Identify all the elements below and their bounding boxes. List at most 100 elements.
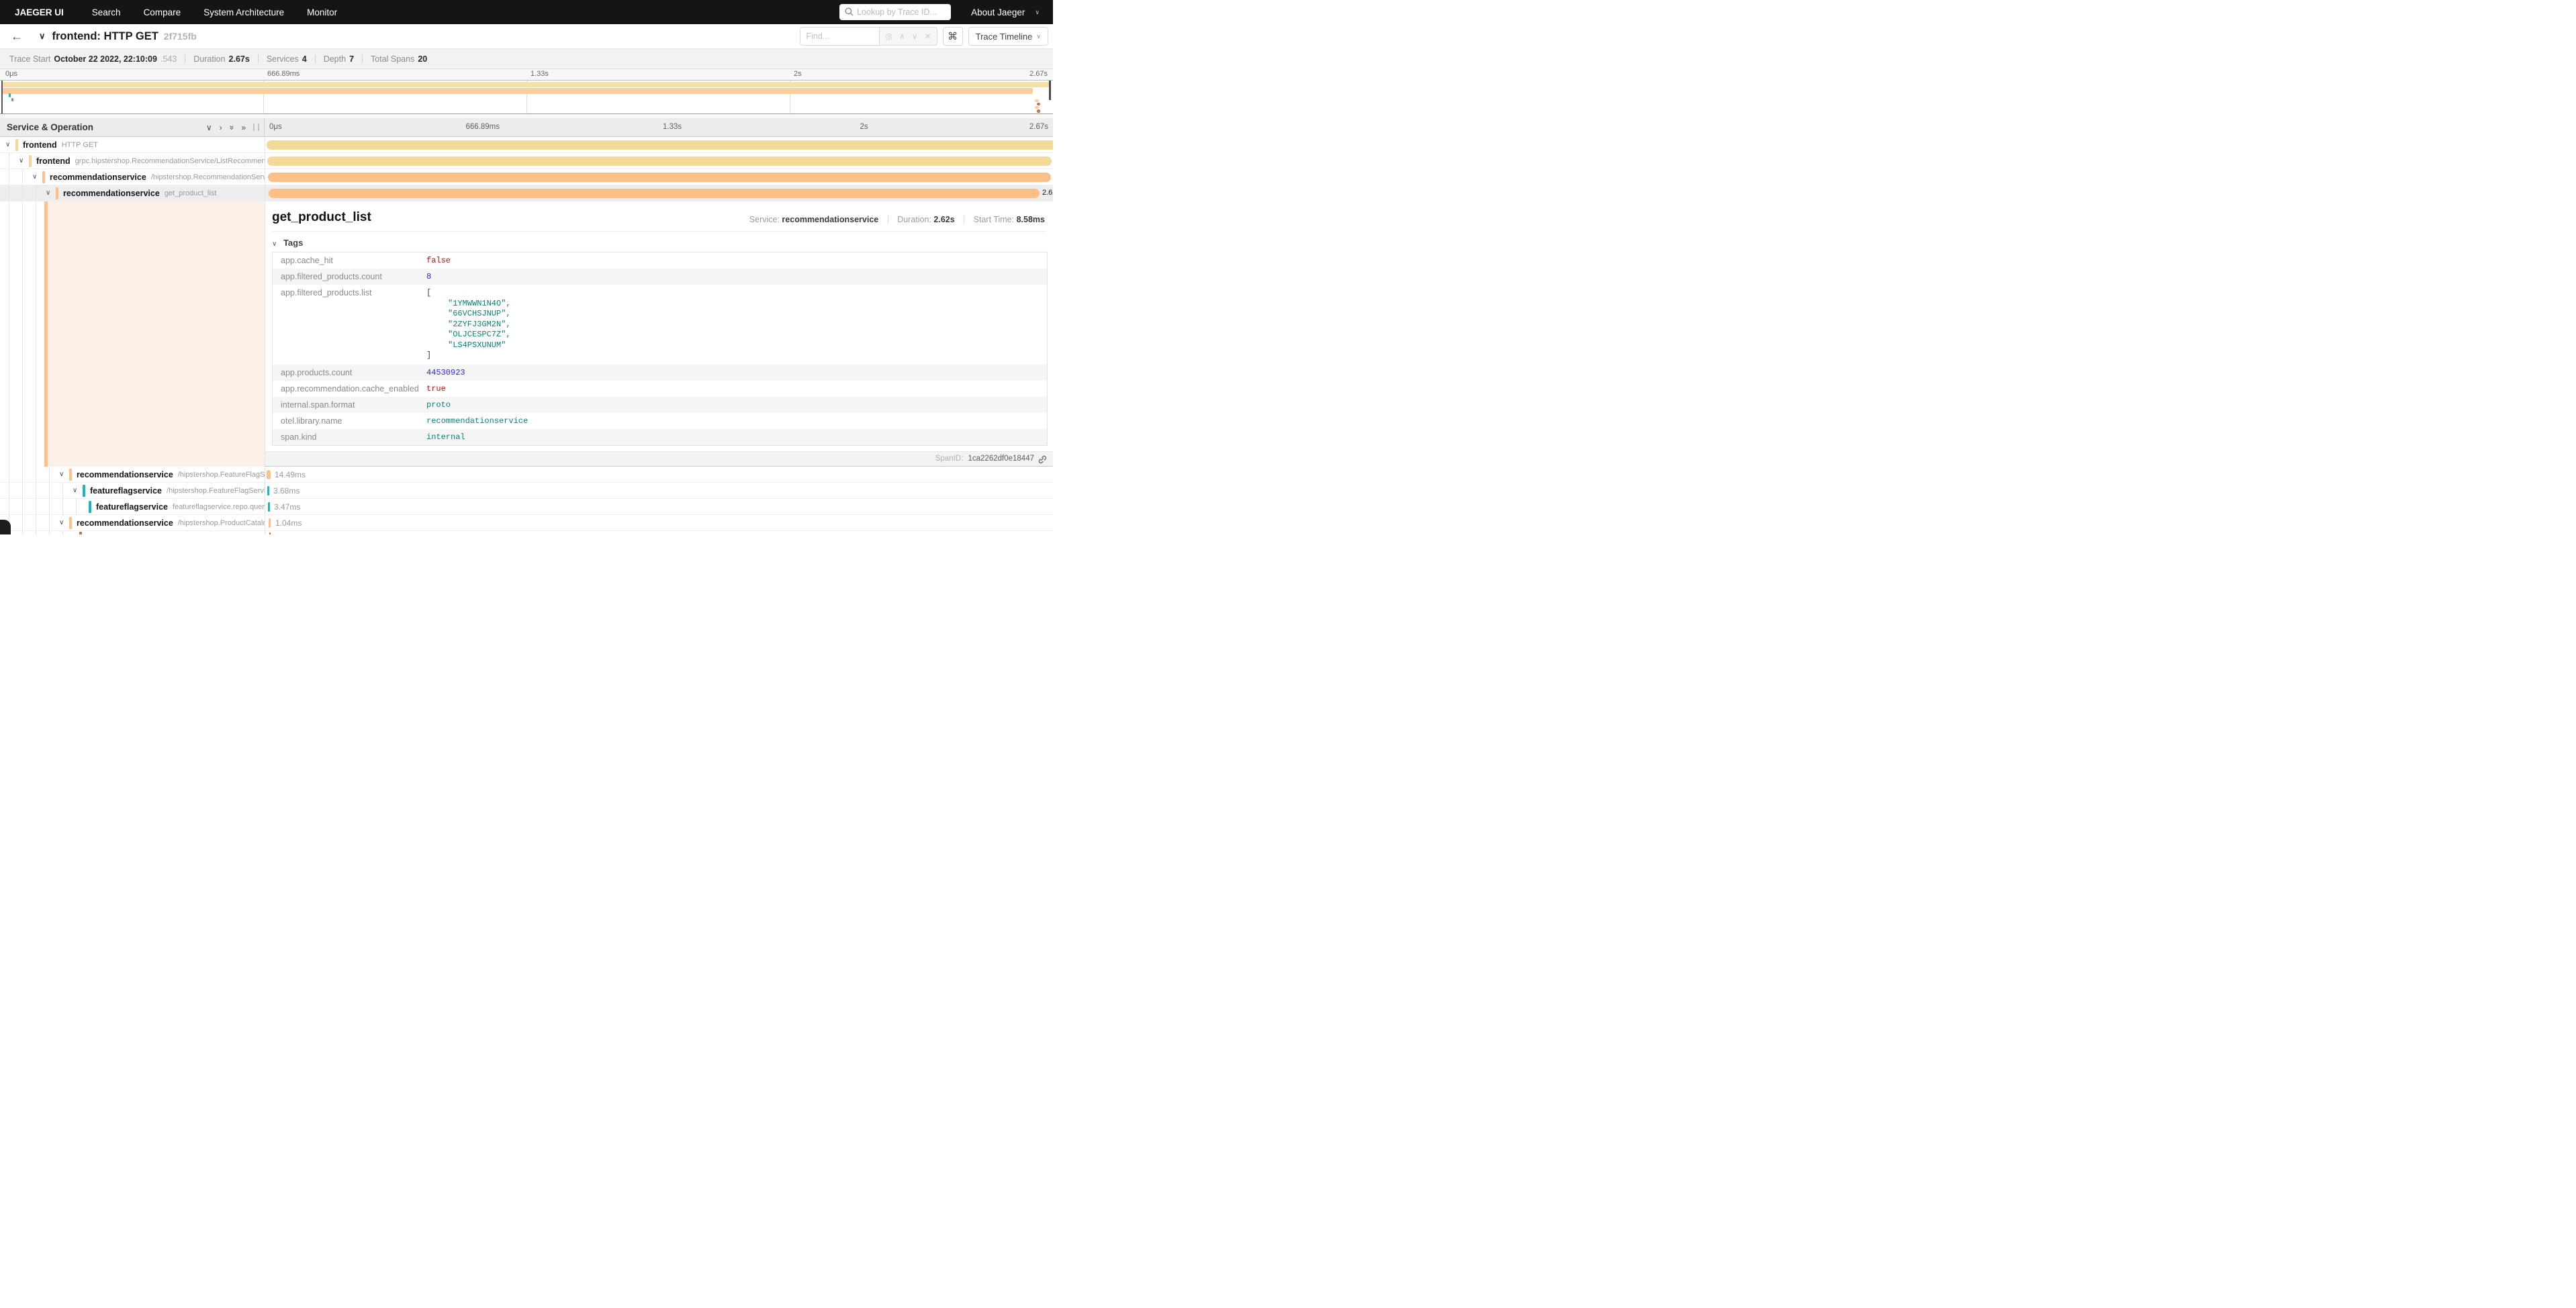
span-row-featureflag-parent[interactable]: ∨ recommendationservice /hipstershop.Fea… — [0, 467, 1053, 483]
tags-table: app.cache_hit false app.filtered_product… — [272, 252, 1048, 446]
service-color-bar — [42, 171, 45, 183]
tick-label: 2s — [794, 70, 802, 78]
span-bar[interactable] — [267, 486, 269, 496]
next-result-icon[interactable]: ∨ — [912, 32, 918, 41]
chevron-down-icon[interactable]: ∨ — [46, 189, 56, 197]
minimap-canvas[interactable] — [0, 80, 1053, 114]
nav-item-system-architecture[interactable]: System Architecture — [203, 7, 284, 17]
prev-result-icon[interactable]: ∧ — [899, 32, 905, 41]
expand-one-icon[interactable]: › — [220, 123, 222, 132]
span-row-frontend-grpc[interactable]: ∨ frontend grpc.hipstershop.Recommendati… — [0, 153, 1053, 169]
minimap-span — [1037, 103, 1040, 105]
tag-value: proto — [426, 397, 1047, 413]
tag-key: otel.library.name — [273, 413, 426, 429]
row-operation: /hipstershop.ProductCatalogSer... — [178, 519, 265, 527]
service-color-bar — [69, 469, 72, 481]
chevron-down-icon[interactable]: ∨ — [73, 487, 83, 494]
row-timeline: 2.62s — [265, 185, 1053, 201]
minimap-span — [2, 88, 1033, 94]
tags-section-title: Tags — [283, 238, 303, 248]
span-bar[interactable] — [269, 532, 271, 534]
span-rows-bottom: ∨ recommendationservice /hipstershop.Fea… — [0, 467, 1053, 534]
duration-label: Duration — [193, 54, 225, 64]
expand-all-icon[interactable]: » — [241, 123, 246, 132]
row-timeline — [265, 169, 1053, 185]
span-bar[interactable] — [267, 156, 1052, 166]
back-arrow-button[interactable]: ← — [11, 30, 23, 44]
chevron-down-icon[interactable]: ∨ — [5, 141, 15, 148]
duration-value: 2.67s — [229, 54, 250, 64]
span-row-partial[interactable] — [0, 531, 1053, 534]
link-icon[interactable] — [1038, 455, 1047, 464]
trace-summary-bar: Trace Start October 22 2022, 22:10:09 .5… — [0, 49, 1053, 69]
keyboard-shortcuts-button[interactable]: ⌘ — [943, 27, 963, 46]
search-icon — [845, 7, 854, 16]
locate-icon[interactable]: ◎ — [885, 32, 892, 41]
trace-view-select[interactable]: Trace Timeline ∨ — [968, 27, 1048, 46]
span-row-productcatalog-parent[interactable]: ∨ recommendationservice /hipstershop.Pro… — [0, 515, 1053, 531]
find-controls: ◎ ∧ ∨ ✕ — [879, 27, 937, 46]
nav-item-monitor[interactable]: Monitor — [307, 7, 337, 17]
row-operation: get_product_list — [165, 189, 217, 197]
nav-item-compare[interactable]: Compare — [144, 7, 181, 17]
clear-find-icon[interactable]: ✕ — [925, 32, 931, 41]
span-bar[interactable] — [267, 470, 271, 479]
trace-id-lookup-input[interactable] — [839, 4, 951, 20]
minimap-ticks: 0μs 666.89ms 1.33s 2s 2.67s — [0, 69, 1053, 80]
tag-value: 8 — [426, 269, 1047, 285]
tag-row: span.kind internal — [273, 429, 1047, 445]
span-row-frontend-httpget[interactable]: ∨ frontend HTTP GET — [0, 137, 1053, 153]
row-service: featureflagservice — [90, 486, 162, 496]
service-color-bar — [15, 139, 18, 151]
trace-start-label: Trace Start — [9, 54, 50, 64]
app-logo[interactable]: JAEGER UI — [15, 7, 64, 17]
collapse-one-icon[interactable]: ∨ — [206, 123, 212, 132]
trace-collapse-chevron[interactable]: ∨ — [39, 31, 46, 42]
nav-item-search[interactable]: Search — [92, 7, 121, 17]
minimap-left-handle[interactable] — [1, 81, 3, 113]
chevron-down-icon[interactable]: ∨ — [32, 173, 42, 181]
tag-row: internal.span.format proto — [273, 397, 1047, 413]
chevron-down-icon[interactable]: ∨ — [59, 471, 69, 478]
span-row-recommendation-list[interactable]: ∨ recommendationservice /hipstershop.Rec… — [0, 169, 1053, 185]
floating-corner-button[interactable] — [0, 520, 11, 534]
span-row-featureflagservice-get[interactable]: ∨ featureflagservice /hipstershop.Featur… — [0, 483, 1053, 499]
row-operation: /hipstershop.RecommendationService/Lis..… — [151, 173, 265, 181]
span-bar[interactable] — [269, 189, 1040, 198]
row-service: recommendationservice — [77, 470, 173, 479]
tag-value: true — [426, 381, 1047, 397]
chevron-down-icon[interactable]: ∨ — [59, 519, 69, 526]
span-bar[interactable] — [267, 140, 1053, 150]
span-duration-label: 2.62s — [1042, 189, 1053, 197]
services-value: 4 — [302, 54, 307, 64]
collapse-all-icon[interactable]: » — [230, 123, 234, 132]
tags-section-toggle[interactable]: ∨ Tags — [272, 238, 1053, 248]
span-duration-label: 3.68ms — [273, 486, 300, 496]
tag-row: app.filtered_products.list [ "1YMWWN1N4O… — [273, 285, 1047, 365]
span-id-label: SpanID: — [935, 455, 964, 463]
panel-resize-grip[interactable] — [253, 124, 259, 131]
row-service: frontend — [23, 140, 57, 150]
tag-key: app.recommendation.cache_enabled — [273, 381, 426, 397]
span-row-featureflagservice-repo[interactable]: featureflagservice featureflagservice.re… — [0, 499, 1053, 515]
tag-key: app.cache_hit — [273, 252, 426, 269]
span-row-get-product-list[interactable]: ∨ recommendationservice get_product_list… — [0, 185, 1053, 201]
find-input[interactable] — [800, 27, 879, 46]
trace-page-header: ← ∨ frontend: HTTP GET 2f715fb ◎ ∧ ∨ ✕ ⌘… — [0, 24, 1053, 49]
minimap-span — [11, 98, 13, 101]
about-jaeger-menu[interactable]: About Jaeger — [971, 7, 1025, 17]
minimap-right-handle[interactable] — [1049, 81, 1051, 100]
span-id-footer: SpanID: 1ca2262df0e18447 — [265, 451, 1053, 466]
tag-key: internal.span.format — [273, 397, 426, 413]
chevron-down-icon: ∨ — [1035, 9, 1040, 16]
trace-start-ms: .543 — [160, 54, 177, 64]
tag-key: app.filtered_products.count — [273, 269, 426, 285]
row-operation: /hipstershop.FeatureFlagService/Ge... — [167, 487, 265, 495]
service-value: recommendationservice — [782, 215, 878, 224]
minimap-span — [1037, 109, 1040, 113]
span-bar[interactable] — [269, 518, 271, 528]
chevron-down-icon[interactable]: ∨ — [19, 157, 29, 165]
tag-value-list: [ "1YMWWN1N4O", "66VCHSJNUP", "2ZYFJ3GM2… — [426, 285, 1047, 365]
span-bar[interactable] — [268, 502, 270, 512]
span-bar[interactable] — [268, 173, 1051, 182]
